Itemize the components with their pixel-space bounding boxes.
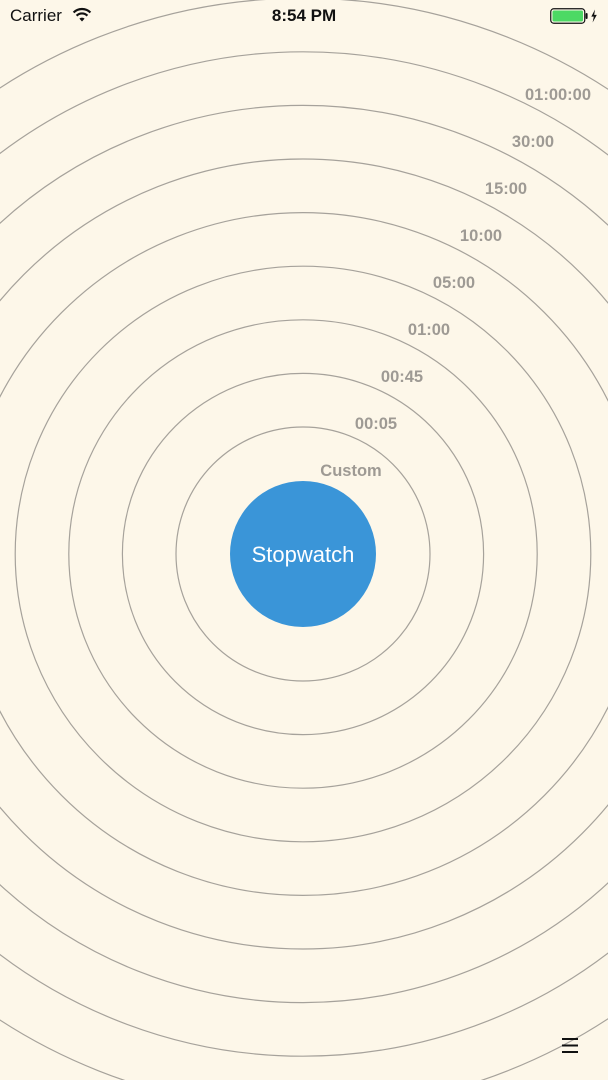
ring-label[interactable]: Custom <box>320 462 381 480</box>
stopwatch-button[interactable]: Stopwatch <box>230 481 376 627</box>
hamburger-menu-icon[interactable] <box>556 1032 584 1060</box>
ring-label[interactable]: 01:00 <box>408 321 450 339</box>
ring-label[interactable]: 10:00 <box>460 227 502 245</box>
ring-label[interactable]: 30:00 <box>512 133 554 151</box>
ring-label-group: Custom 00:05 00:45 01:00 05:00 10:00 15:00 30:0… <box>320 86 591 480</box>
ring-label[interactable]: 00:45 <box>381 368 423 386</box>
ring-label[interactable]: 15:00 <box>485 180 527 198</box>
timer-rings: Custom 00:05 00:45 01:00 05:00 10:00 15:00 30:0… <box>0 0 608 1080</box>
ring-label[interactable]: 01:00:00 <box>525 86 591 104</box>
ring-label[interactable]: 00:05 <box>355 415 397 433</box>
ring-label[interactable]: 05:00 <box>433 274 475 292</box>
stopwatch-label[interactable]: Stopwatch <box>252 542 355 567</box>
